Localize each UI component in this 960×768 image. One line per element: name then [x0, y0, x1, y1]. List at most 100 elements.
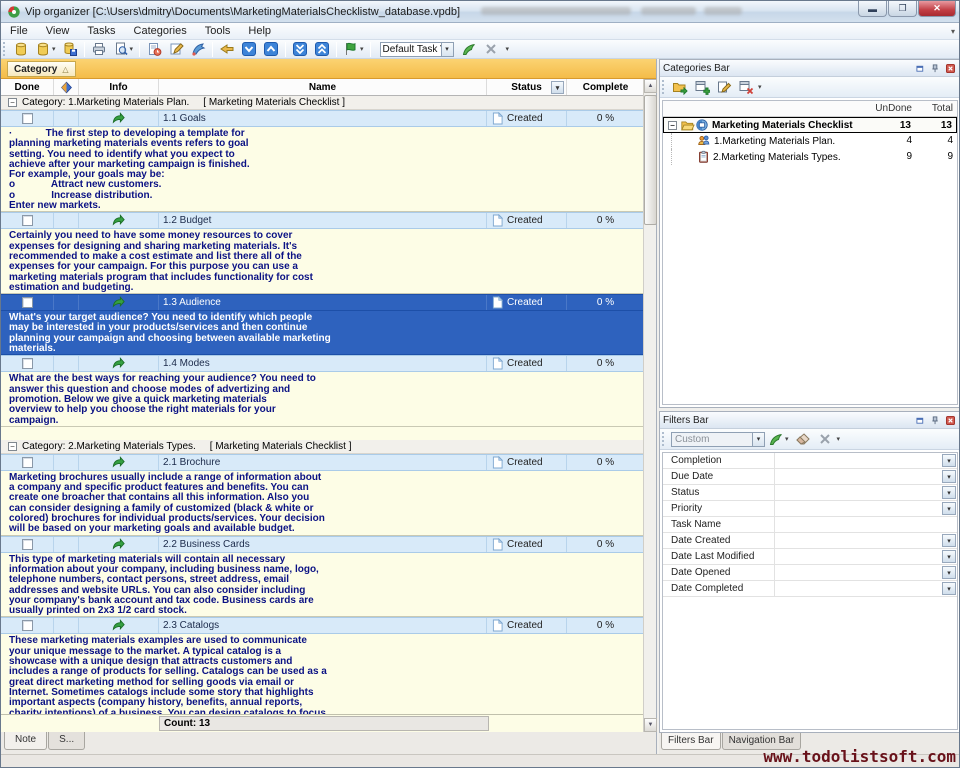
filter-value-field[interactable] [775, 517, 957, 532]
filters-bar-pin-button[interactable] [929, 414, 942, 427]
move-up-button[interactable] [261, 40, 281, 58]
task-status[interactable]: Created [487, 537, 567, 552]
filter-dropdown-icon[interactable]: ▾ [942, 502, 956, 515]
task-row[interactable]: 2.3 CatalogsCreated0 % [1, 617, 644, 634]
complete-task-button[interactable] [217, 40, 237, 58]
categories-bar-pin-button[interactable] [929, 62, 942, 75]
task-name[interactable]: 2.2 Business Cards [159, 537, 487, 552]
maximize-button[interactable]: ❐ [888, 1, 917, 17]
tree-item[interactable]: 1.Marketing Materials Plan.44 [663, 133, 957, 149]
collapse-minus-icon[interactable]: − [8, 98, 17, 107]
toolbar-overflow-icon[interactable]: ▾ [758, 83, 762, 91]
menu-item-view[interactable]: View [37, 23, 79, 39]
save-database-button[interactable] [60, 40, 80, 58]
menu-item-tasks[interactable]: Tasks [78, 23, 124, 39]
dock-tab-note[interactable]: Note [4, 732, 47, 750]
done-checkbox[interactable] [22, 457, 33, 468]
tree-item-label[interactable]: 1.Marketing Materials Plan. [714, 136, 835, 147]
menu-item-file[interactable]: File [1, 23, 37, 39]
task-name[interactable]: 1.1 Goals [159, 111, 487, 126]
task-view-value[interactable]: Default Task V [380, 42, 442, 57]
dropdown-arrow-icon[interactable]: ▾ [785, 435, 789, 443]
task-description[interactable]: What are the best ways for reaching your… [1, 372, 644, 427]
filter-dropdown-icon[interactable]: ▾ [942, 486, 956, 499]
delete-category-button[interactable] [736, 78, 756, 96]
open-database-button[interactable] [11, 40, 31, 58]
task-status[interactable]: Created [487, 111, 567, 126]
apply-view-button[interactable] [459, 40, 479, 58]
clear-view-button[interactable] [481, 40, 501, 58]
task-row[interactable]: 2.1 BrochureCreated0 % [1, 454, 644, 471]
filter-preset-value[interactable]: Custom [671, 432, 753, 447]
task-description[interactable]: Marketing brochures usually include a ra… [1, 471, 644, 536]
edit-category-button[interactable] [714, 78, 734, 96]
toolbar-overflow-icon[interactable]: ▾ [837, 435, 841, 443]
task-view-combo[interactable]: Default Task V ▾ [380, 42, 454, 57]
tree-item-label[interactable]: 2.Marketing Materials Types. [713, 152, 841, 163]
tree-item[interactable]: −Marketing Materials Checklist1313 [663, 117, 957, 133]
done-checkbox[interactable] [22, 539, 33, 550]
filter-value-field[interactable] [775, 581, 957, 596]
column-header-info[interactable]: Info [79, 79, 159, 95]
scroll-up-icon[interactable]: ▲ [644, 79, 657, 93]
task-view-dropdown-icon[interactable]: ▾ [442, 42, 454, 57]
filter-value-field[interactable] [775, 549, 957, 564]
filter-dropdown-icon[interactable]: ▾ [942, 534, 956, 547]
task-description[interactable]: What's your target audience? You need to… [1, 311, 644, 355]
task-row[interactable]: 1.3 AudienceCreated0 % [1, 294, 644, 311]
task-status[interactable]: Created [487, 213, 567, 228]
menu-item-categories[interactable]: Categories [125, 23, 196, 39]
done-checkbox[interactable] [22, 620, 33, 631]
dock-tab-filters-bar[interactable]: Filters Bar [661, 733, 721, 750]
new-task-button[interactable] [144, 40, 164, 58]
task-name[interactable]: 1.4 Modes [159, 356, 487, 371]
print-button[interactable] [89, 40, 109, 58]
filter-dropdown-icon[interactable]: ▾ [942, 566, 956, 579]
task-status[interactable]: Created [487, 455, 567, 470]
scroll-down-icon[interactable]: ▼ [644, 718, 657, 732]
undone-column-header[interactable]: UnDone [862, 103, 912, 114]
scrollbar-thumb[interactable] [644, 95, 657, 225]
grid-vertical-scrollbar[interactable]: ▲ ▼ [643, 79, 656, 732]
task-description[interactable]: Certainly you need to have some money re… [1, 229, 644, 294]
menu-item-tools[interactable]: Tools [196, 23, 240, 39]
remove-filter-button[interactable] [815, 430, 835, 448]
filter-dropdown-icon[interactable]: ▾ [942, 582, 956, 595]
done-checkbox[interactable] [22, 358, 33, 369]
delete-task-button[interactable] [188, 40, 208, 58]
group-by-category-chip[interactable]: Category △ [7, 61, 76, 77]
task-view-flag-button[interactable]: ▾ [341, 40, 366, 58]
filter-value-field[interactable] [775, 469, 957, 484]
add-checklist-button[interactable] [670, 78, 690, 96]
filter-value-field[interactable] [775, 501, 957, 516]
dock-tab-s[interactable]: S... [48, 732, 85, 750]
column-header-priority[interactable] [54, 79, 79, 95]
minimize-button[interactable]: ▬ [858, 1, 887, 17]
column-header-name[interactable]: Name [159, 79, 487, 95]
filter-dropdown-icon[interactable]: ▾ [942, 470, 956, 483]
print-preview-button[interactable]: ▾ [111, 40, 136, 58]
add-category-button[interactable] [692, 78, 712, 96]
expand-all-button[interactable] [290, 40, 310, 58]
task-row[interactable]: 2.2 Business CardsCreated0 % [1, 536, 644, 553]
category-group-row[interactable]: −Category: 2.Marketing Materials Types.[… [1, 440, 644, 454]
database-menu-button[interactable]: ▾ [33, 40, 58, 58]
categories-bar-restore-button[interactable] [914, 62, 927, 75]
done-checkbox[interactable] [22, 297, 33, 308]
task-row[interactable]: 1.1 GoalsCreated0 % [1, 110, 644, 127]
categories-bar-panel-close-button[interactable] [944, 62, 957, 75]
tree-item[interactable]: 2.Marketing Materials Types.99 [663, 149, 957, 165]
task-name[interactable]: 2.1 Brochure [159, 455, 487, 470]
collapse-minus-icon[interactable]: − [8, 442, 17, 451]
menu-item-help[interactable]: Help [239, 23, 280, 39]
task-status[interactable]: Created [487, 618, 567, 633]
filter-value-field[interactable] [775, 453, 957, 468]
filter-preset-dropdown-icon[interactable]: ▾ [753, 432, 765, 447]
task-description[interactable]: · The first step to developing a templat… [1, 127, 644, 212]
tree-item-label[interactable]: Marketing Materials Checklist [712, 120, 853, 131]
tree-expander-icon[interactable]: − [668, 121, 677, 130]
done-checkbox[interactable] [22, 215, 33, 226]
filter-preset-combo[interactable]: Custom ▾ [671, 432, 765, 447]
done-checkbox[interactable] [22, 113, 33, 124]
task-row[interactable]: 1.2 BudgetCreated0 % [1, 212, 644, 229]
